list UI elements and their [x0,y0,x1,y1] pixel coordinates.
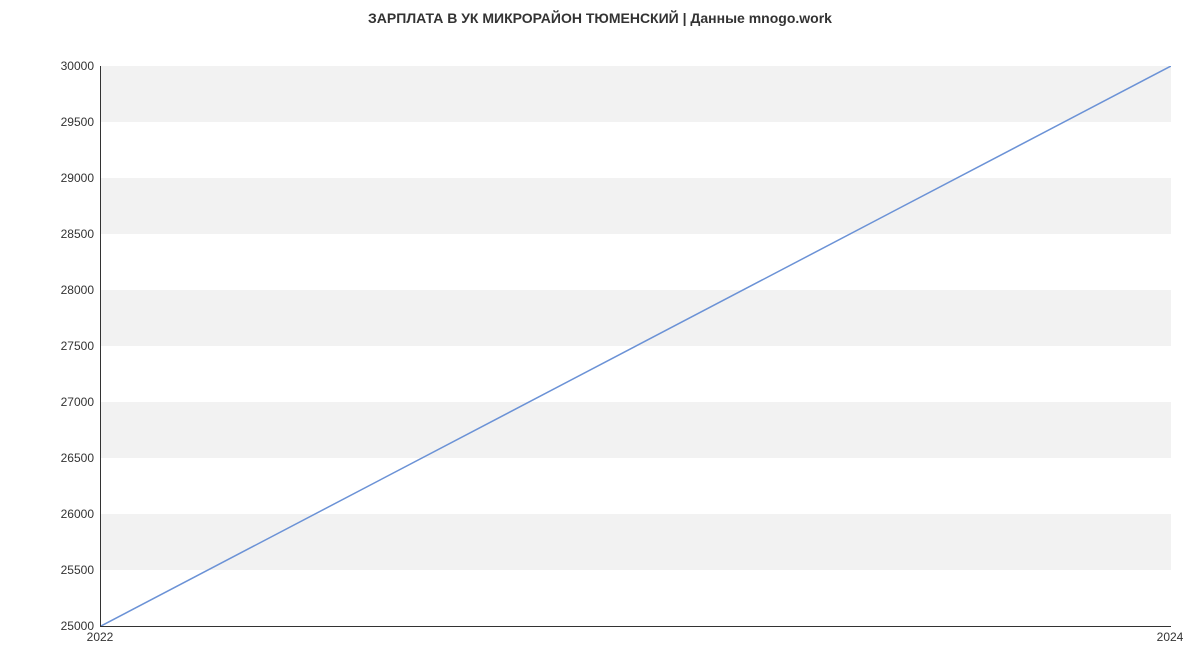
chart-title: ЗАРПЛАТА В УК МИКРОРАЙОН ТЮМЕНСКИЙ | Дан… [0,0,1200,26]
y-tick-label: 27500 [34,339,94,353]
y-tick-label: 25500 [34,563,94,577]
y-tick-label: 28000 [34,283,94,297]
y-tick-label: 25000 [34,619,94,633]
plot-area [100,66,1171,627]
y-tick-label: 29000 [34,171,94,185]
y-tick-label: 30000 [34,59,94,73]
x-tick-label: 2022 [87,630,114,644]
chart-container: 25000 25500 26000 26500 27000 27500 28000 28500… [0,26,1200,656]
y-tick-label: 29500 [34,115,94,129]
x-tick-label: 2024 [1157,630,1184,644]
y-tick-label: 28500 [34,227,94,241]
y-tick-label: 26500 [34,451,94,465]
y-tick-label: 27000 [34,395,94,409]
series-line [101,66,1171,626]
line-layer [101,66,1171,626]
y-tick-label: 26000 [34,507,94,521]
